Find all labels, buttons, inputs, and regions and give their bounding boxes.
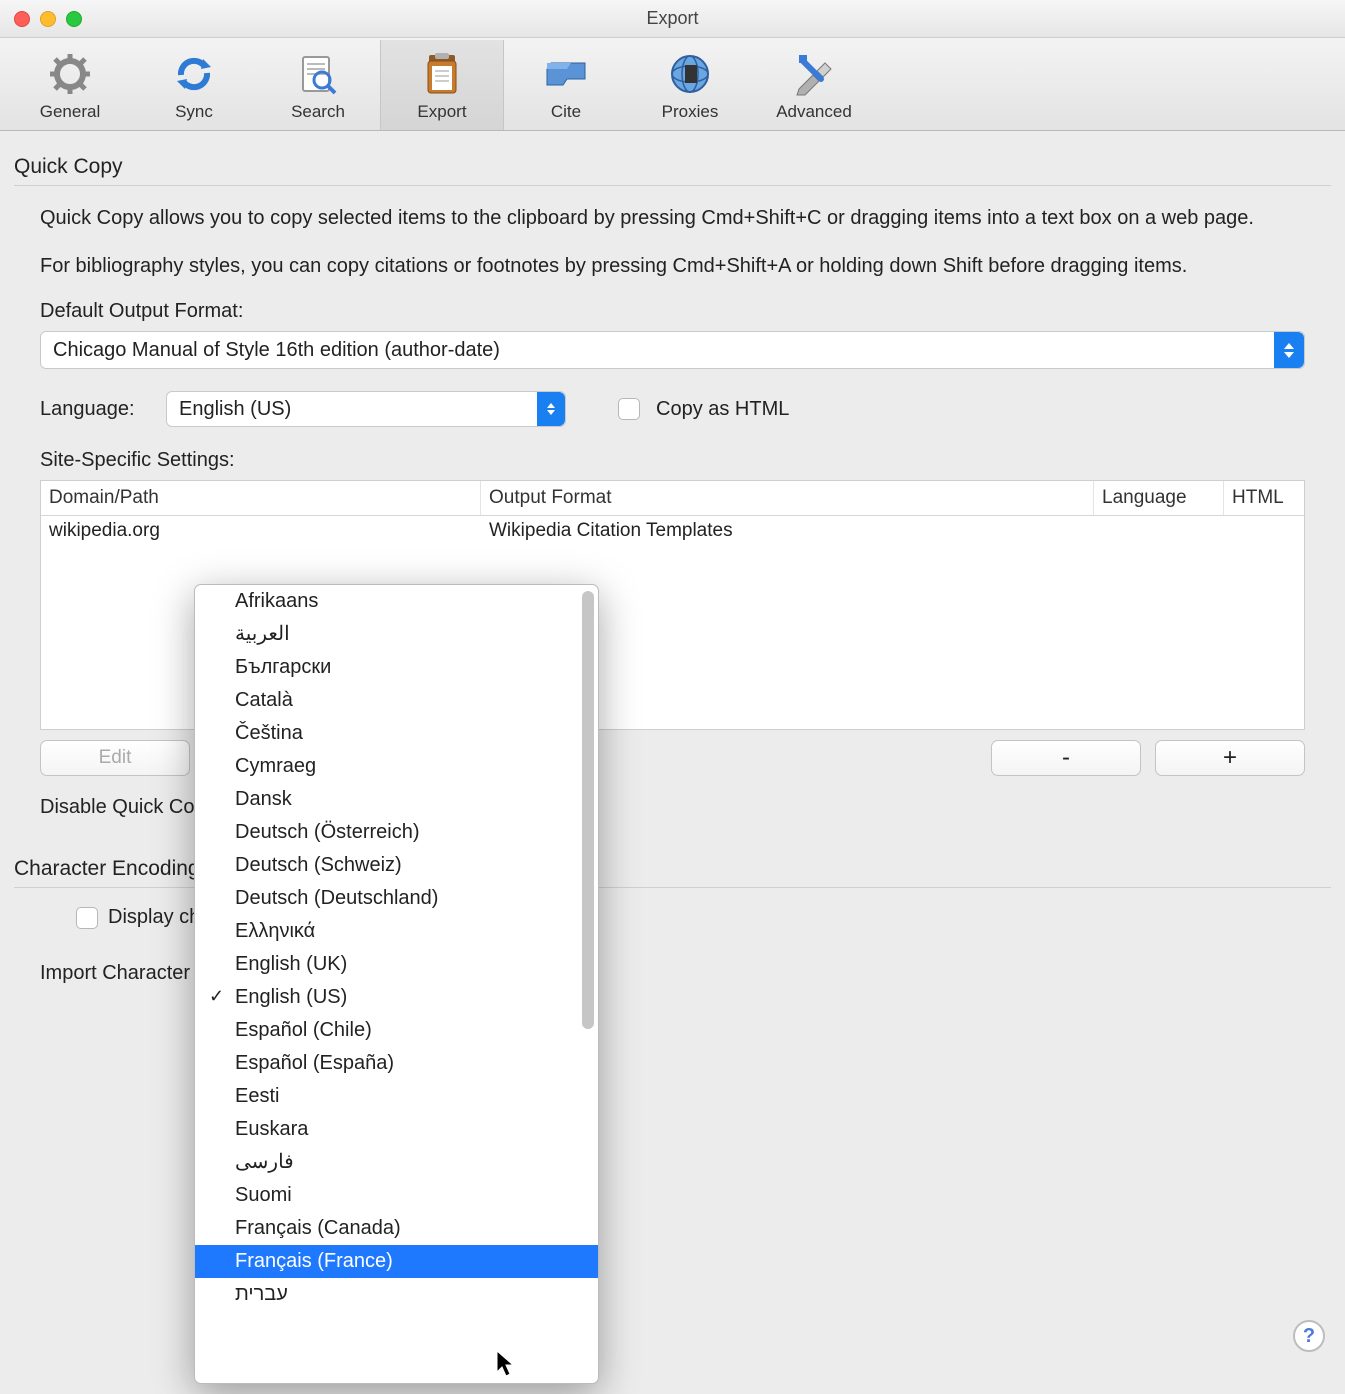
language-option[interactable]: فارسی	[195, 1146, 598, 1179]
tab-label: Sync	[132, 102, 256, 122]
language-label: Language:	[40, 398, 150, 421]
add-row-button[interactable]: +	[1155, 740, 1305, 776]
general-icon	[8, 46, 132, 102]
edit-button[interactable]: Edit	[40, 740, 190, 776]
tab-label: Advanced	[752, 102, 876, 122]
prefs-toolbar: GeneralSyncSearchExportCiteProxiesAdvanc…	[0, 38, 1345, 131]
language-option[interactable]: Español (Chile)	[195, 1014, 598, 1047]
language-option[interactable]: עברית	[195, 1278, 598, 1311]
quick-copy-title: Quick Copy	[14, 155, 1331, 179]
table-header: Domain/Path Output Format Language HTML	[41, 481, 1304, 516]
quick-copy-desc-2: For bibliography styles, you can copy ci…	[40, 252, 1305, 280]
tab-label: Cite	[504, 102, 628, 122]
language-option[interactable]: Suomi	[195, 1179, 598, 1212]
site-specific-label: Site-Specific Settings:	[40, 449, 1305, 472]
proxies-icon	[628, 46, 752, 102]
language-option[interactable]: Français (Canada)	[195, 1212, 598, 1245]
tab-cite[interactable]: Cite	[504, 40, 628, 130]
copy-html-label: Copy as HTML	[656, 398, 789, 421]
language-dropdown[interactable]: AfrikaansالعربيةБългарскиCatalàČeštinaCy…	[194, 584, 599, 1384]
language-option[interactable]: English (US)	[195, 981, 598, 1014]
cite-icon	[504, 46, 628, 102]
divider	[14, 185, 1331, 186]
tab-search[interactable]: Search	[256, 40, 380, 130]
language-option[interactable]: Cymraeg	[195, 750, 598, 783]
tab-proxies[interactable]: Proxies	[628, 40, 752, 130]
quick-copy-desc-1: Quick Copy allows you to copy selected i…	[40, 204, 1305, 232]
tab-general[interactable]: General	[8, 40, 132, 130]
tab-label: Export	[381, 102, 503, 122]
display-charenc-checkbox[interactable]	[76, 907, 98, 929]
language-value: English (US)	[179, 398, 291, 421]
col-html[interactable]: HTML	[1224, 481, 1304, 515]
language-option[interactable]: Deutsch (Deutschland)	[195, 882, 598, 915]
tab-label: General	[8, 102, 132, 122]
default-format-select[interactable]: Chicago Manual of Style 16th edition (au…	[40, 331, 1305, 369]
language-option[interactable]: Català	[195, 684, 598, 717]
table-row[interactable]: wikipedia.orgWikipedia Citation Template…	[41, 516, 1304, 546]
language-select[interactable]: English (US)	[166, 391, 566, 427]
remove-row-button[interactable]: -	[991, 740, 1141, 776]
col-format[interactable]: Output Format	[481, 481, 1094, 515]
language-option[interactable]: Afrikaans	[195, 585, 598, 618]
tab-export[interactable]: Export	[380, 40, 504, 130]
copy-html-checkbox[interactable]	[618, 398, 640, 420]
titlebar: Export	[0, 0, 1345, 38]
col-domain[interactable]: Domain/Path	[41, 481, 481, 515]
search-icon	[256, 46, 380, 102]
cell-domain: wikipedia.org	[41, 516, 481, 546]
language-option[interactable]: Español (España)	[195, 1047, 598, 1080]
language-option[interactable]: Eesti	[195, 1080, 598, 1113]
tab-advanced[interactable]: Advanced	[752, 40, 876, 130]
language-option[interactable]: العربية	[195, 618, 598, 651]
language-option[interactable]: Français (France)	[195, 1245, 598, 1278]
minimize-window-button[interactable]	[40, 11, 56, 27]
tab-label: Search	[256, 102, 380, 122]
sync-icon	[132, 46, 256, 102]
window-title: Export	[0, 8, 1345, 29]
close-window-button[interactable]	[14, 11, 30, 27]
col-language[interactable]: Language	[1094, 481, 1224, 515]
tab-sync[interactable]: Sync	[132, 40, 256, 130]
updown-arrows-icon	[1274, 332, 1304, 368]
default-format-label: Default Output Format:	[40, 300, 1305, 323]
zoom-window-button[interactable]	[66, 11, 82, 27]
default-format-value: Chicago Manual of Style 16th edition (au…	[53, 339, 500, 362]
window-controls	[14, 11, 82, 27]
cell-format: Wikipedia Citation Templates	[481, 516, 1304, 546]
language-option[interactable]: Čeština	[195, 717, 598, 750]
language-option[interactable]: Deutsch (Schweiz)	[195, 849, 598, 882]
help-button[interactable]: ?	[1293, 1320, 1325, 1352]
tab-label: Proxies	[628, 102, 752, 122]
export-icon	[381, 46, 503, 102]
language-option[interactable]: Dansk	[195, 783, 598, 816]
language-option[interactable]: Deutsch (Österreich)	[195, 816, 598, 849]
scrollbar-thumb[interactable]	[582, 591, 594, 1029]
language-option[interactable]: Euskara	[195, 1113, 598, 1146]
updown-arrows-icon	[537, 392, 565, 426]
help-icon: ?	[1303, 1325, 1315, 1348]
language-option[interactable]: English (UK)	[195, 948, 598, 981]
advanced-icon	[752, 46, 876, 102]
language-option[interactable]: Ελληνικά	[195, 915, 598, 948]
language-option[interactable]: Български	[195, 651, 598, 684]
